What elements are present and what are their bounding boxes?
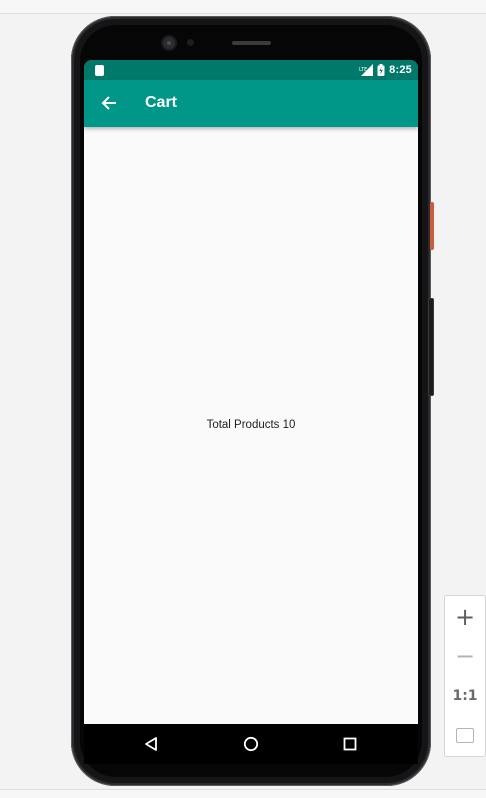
page-title: Cart (145, 94, 178, 111)
nav-home-button[interactable] (242, 735, 260, 753)
volume-button[interactable] (428, 298, 434, 396)
cart-content: Total Products 10 (84, 127, 418, 724)
zoom-controls: + − 1:1 (444, 595, 486, 757)
nav-recents-icon (342, 736, 358, 752)
back-button[interactable] (94, 88, 124, 118)
emulator-window: LTE 8:25 Cart Total Products 10 + − 1:1 (0, 0, 486, 798)
proximity-sensor (187, 39, 194, 46)
emulator-bottom-edge (0, 789, 486, 798)
sd-card-icon (95, 65, 104, 76)
fit-screen-button[interactable] (445, 717, 485, 753)
front-camera-icon (163, 37, 175, 49)
nav-back-icon (143, 736, 159, 752)
total-products-text: Total Products 10 (206, 419, 296, 431)
actual-size-button[interactable]: 1:1 (445, 678, 485, 714)
status-bar: LTE 8:25 (84, 60, 418, 80)
status-time: 8:25 (389, 64, 412, 76)
app-bar: Cart (84, 80, 418, 127)
power-button[interactable] (430, 202, 434, 250)
zoom-out-button[interactable]: − (445, 638, 485, 674)
status-indicators: LTE 8:25 (359, 62, 412, 78)
nav-home-icon (243, 736, 259, 752)
zoom-in-button[interactable]: + (445, 599, 485, 635)
battery-icon (377, 64, 385, 76)
earpiece-speaker (232, 41, 271, 45)
emulator-toolbar-edge (0, 0, 486, 14)
arrow-back-icon (101, 95, 117, 111)
phone-frame: LTE 8:25 Cart Total Products 10 (71, 16, 434, 786)
signal-icon: LTE (359, 64, 374, 76)
device-screen: LTE 8:25 Cart Total Products 10 (84, 60, 418, 764)
svg-text:LTE: LTE (359, 67, 367, 73)
nav-recents-button[interactable] (341, 735, 359, 753)
fit-screen-icon (456, 727, 474, 743)
nav-back-button[interactable] (142, 735, 160, 753)
system-nav-bar (84, 724, 418, 764)
